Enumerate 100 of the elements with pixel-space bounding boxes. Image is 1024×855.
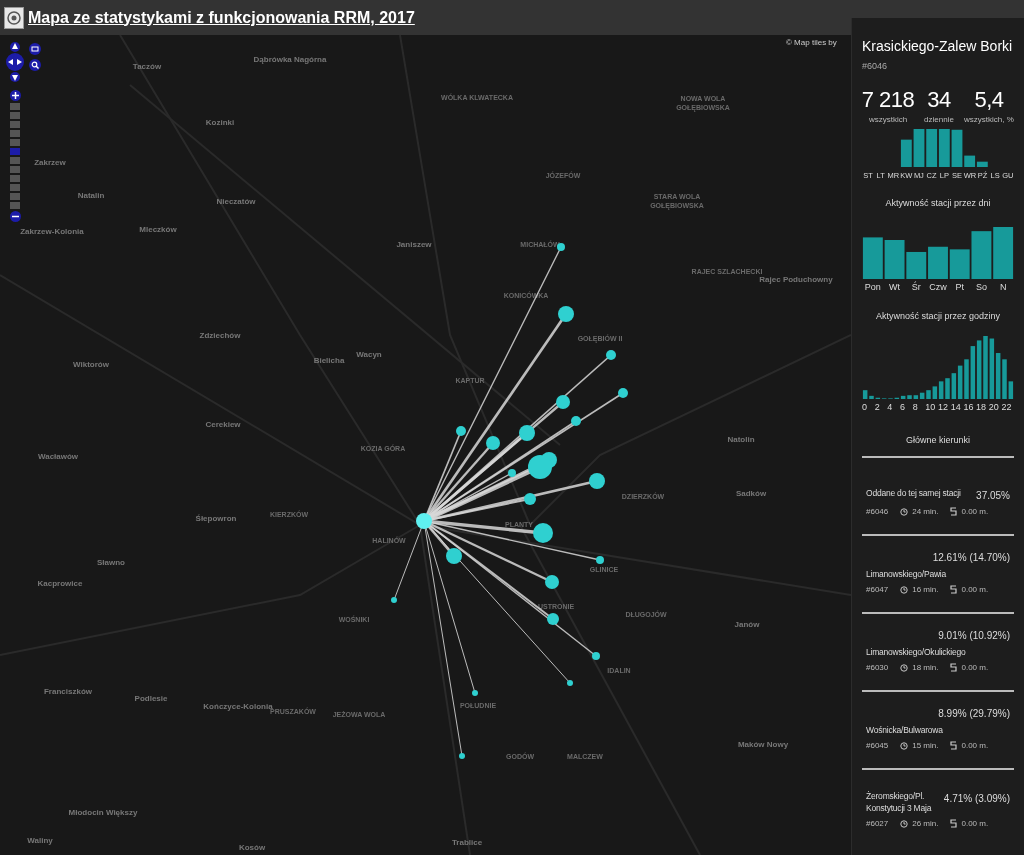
share-text: 8.99% (29.79%): [938, 707, 1010, 722]
route-icon: [950, 741, 958, 751]
zoom-in-button[interactable]: [9, 90, 21, 101]
clock-icon: [900, 507, 909, 516]
place-label: Nieczatów: [215, 197, 257, 207]
place-label: Wacyn: [355, 350, 383, 360]
place-label: Bielicha: [312, 356, 346, 366]
hour-label: 18: [976, 400, 988, 414]
destination-name: Wośnicka/Bulwarowa: [866, 725, 943, 737]
day-label: Pon: [863, 280, 882, 294]
route-icon: [950, 663, 958, 673]
place-label: Dąbrówka Nagórna: [252, 55, 328, 65]
place-label: Taczów: [131, 62, 163, 72]
trip-time: 15 min.: [912, 739, 939, 752]
stat-value: 34: [927, 89, 951, 111]
hour-label: 2: [874, 400, 881, 414]
place-label: Sadków: [734, 489, 768, 499]
clock-icon: [900, 663, 909, 672]
chart-title: Aktywność stacji przez dni: [884, 197, 992, 211]
stat-value: 5,4: [974, 89, 1004, 111]
zoom-out-button[interactable]: [9, 211, 21, 222]
trip-time: 16 min.: [912, 583, 939, 596]
route-icon: [950, 507, 958, 517]
place-label: Maków Nowy: [736, 740, 790, 750]
pan-control-icon[interactable]: [5, 42, 25, 82]
destination-name: Limanowskiego/Okulickiego: [866, 647, 966, 659]
place-label: Kacprowice: [36, 579, 84, 589]
map-attribution: © Map tiles by: [786, 37, 837, 49]
place-label: Kozinki: [204, 118, 236, 128]
layers-icon[interactable]: [29, 43, 41, 55]
destination-name: Limanowskiego/Pawia: [866, 569, 947, 581]
place-label: Waliny: [26, 836, 54, 846]
place-label: Trablice: [450, 838, 484, 848]
trip-time: 26 min.: [912, 817, 939, 830]
place-label: Sławno: [96, 558, 126, 568]
trip-distance: 0.00 m.: [961, 817, 989, 830]
hour-label: 12: [938, 400, 950, 414]
place-label: Mleczków: [138, 225, 178, 235]
station-number: #6027: [866, 817, 889, 830]
place-label: Cerekiew: [204, 420, 242, 430]
place-label: Kosów: [237, 843, 267, 853]
logo-icon: [4, 6, 24, 29]
clock-icon: [900, 585, 909, 594]
place-label: Wiktorów: [72, 360, 110, 370]
place-label: Natolin: [726, 435, 756, 445]
trip-distance: 0.00 m.: [961, 505, 989, 518]
station-name: Krasickiego-Zalew Borki: [862, 38, 1014, 56]
place-label: Wacławów: [36, 452, 80, 462]
plus-icon: [11, 92, 19, 99]
place-label: Zdziechów: [198, 331, 242, 341]
hour-label: 10: [925, 400, 937, 414]
place-label: Młodocin Większy: [67, 808, 139, 818]
day-label: So: [974, 280, 988, 294]
place-label: Franciszków: [43, 687, 93, 697]
station-number: #6047: [866, 583, 889, 596]
trip-distance: 0.00 m.: [961, 661, 989, 674]
stat-label: dziennie: [924, 115, 954, 125]
hour-label: 6: [900, 400, 907, 414]
hour-label: 0: [862, 400, 868, 414]
clock-icon: [900, 819, 909, 828]
station-id: #6046: [862, 59, 889, 73]
place-label: Natalin: [76, 191, 106, 201]
day-label: N: [998, 280, 1008, 294]
section-title: Główne kierunki: [905, 434, 971, 448]
share-text: 12.61% (14.70%): [932, 551, 1010, 566]
trip-time: 18 min.: [912, 661, 939, 674]
destination-name: Oddane do tej samej stacji: [866, 487, 961, 500]
hour-label: 14: [950, 400, 962, 414]
place-label: Janów: [733, 620, 761, 630]
zoom-slider[interactable]: [10, 103, 20, 209]
minus-icon: [11, 213, 19, 220]
day-label: Pt: [954, 280, 965, 294]
stat-value: 7 218: [861, 89, 915, 111]
hour-label: 4: [887, 400, 894, 414]
place-label: Janiszew: [395, 240, 433, 250]
station-number: #6045: [866, 739, 889, 752]
day-label: Czw: [928, 280, 948, 294]
trip-time: 24 min.: [912, 505, 939, 518]
destination-name: Żeromskiego/Pl. Konstytucji 3 Maja: [866, 791, 933, 815]
place-label: Podlesie: [133, 694, 169, 704]
station-number: #6046: [866, 505, 889, 518]
place-label: Zakrzew-Kolonia: [19, 227, 85, 237]
chart-title: Aktywność stacji przez godziny: [874, 310, 1002, 324]
place-label: Rajec Poduchowny: [758, 275, 834, 285]
route-icon: [950, 819, 958, 829]
place-label: Zakrzew: [33, 158, 67, 168]
trip-distance: 0.00 m.: [961, 739, 989, 752]
share-text: 9.01% (10.92%): [938, 629, 1010, 644]
share-text: 4.71% (3.09%): [943, 792, 1010, 807]
share-text: 37.05%: [976, 488, 1010, 503]
station-number: #6030: [866, 661, 889, 674]
title-link[interactable]: Mapa ze statystykami z funkcjonowania RRM, 2017: [28, 5, 415, 30]
clock-icon: [900, 741, 909, 750]
stat-label: wszystkich: [868, 115, 908, 125]
stat-label: wszystkich, %: [964, 115, 1014, 125]
search-icon[interactable]: [29, 59, 41, 71]
hour-label: 16: [963, 400, 975, 414]
day-label: Wt: [888, 280, 902, 294]
place-label: Śłepowron: [194, 514, 238, 524]
route-icon: [950, 585, 958, 595]
